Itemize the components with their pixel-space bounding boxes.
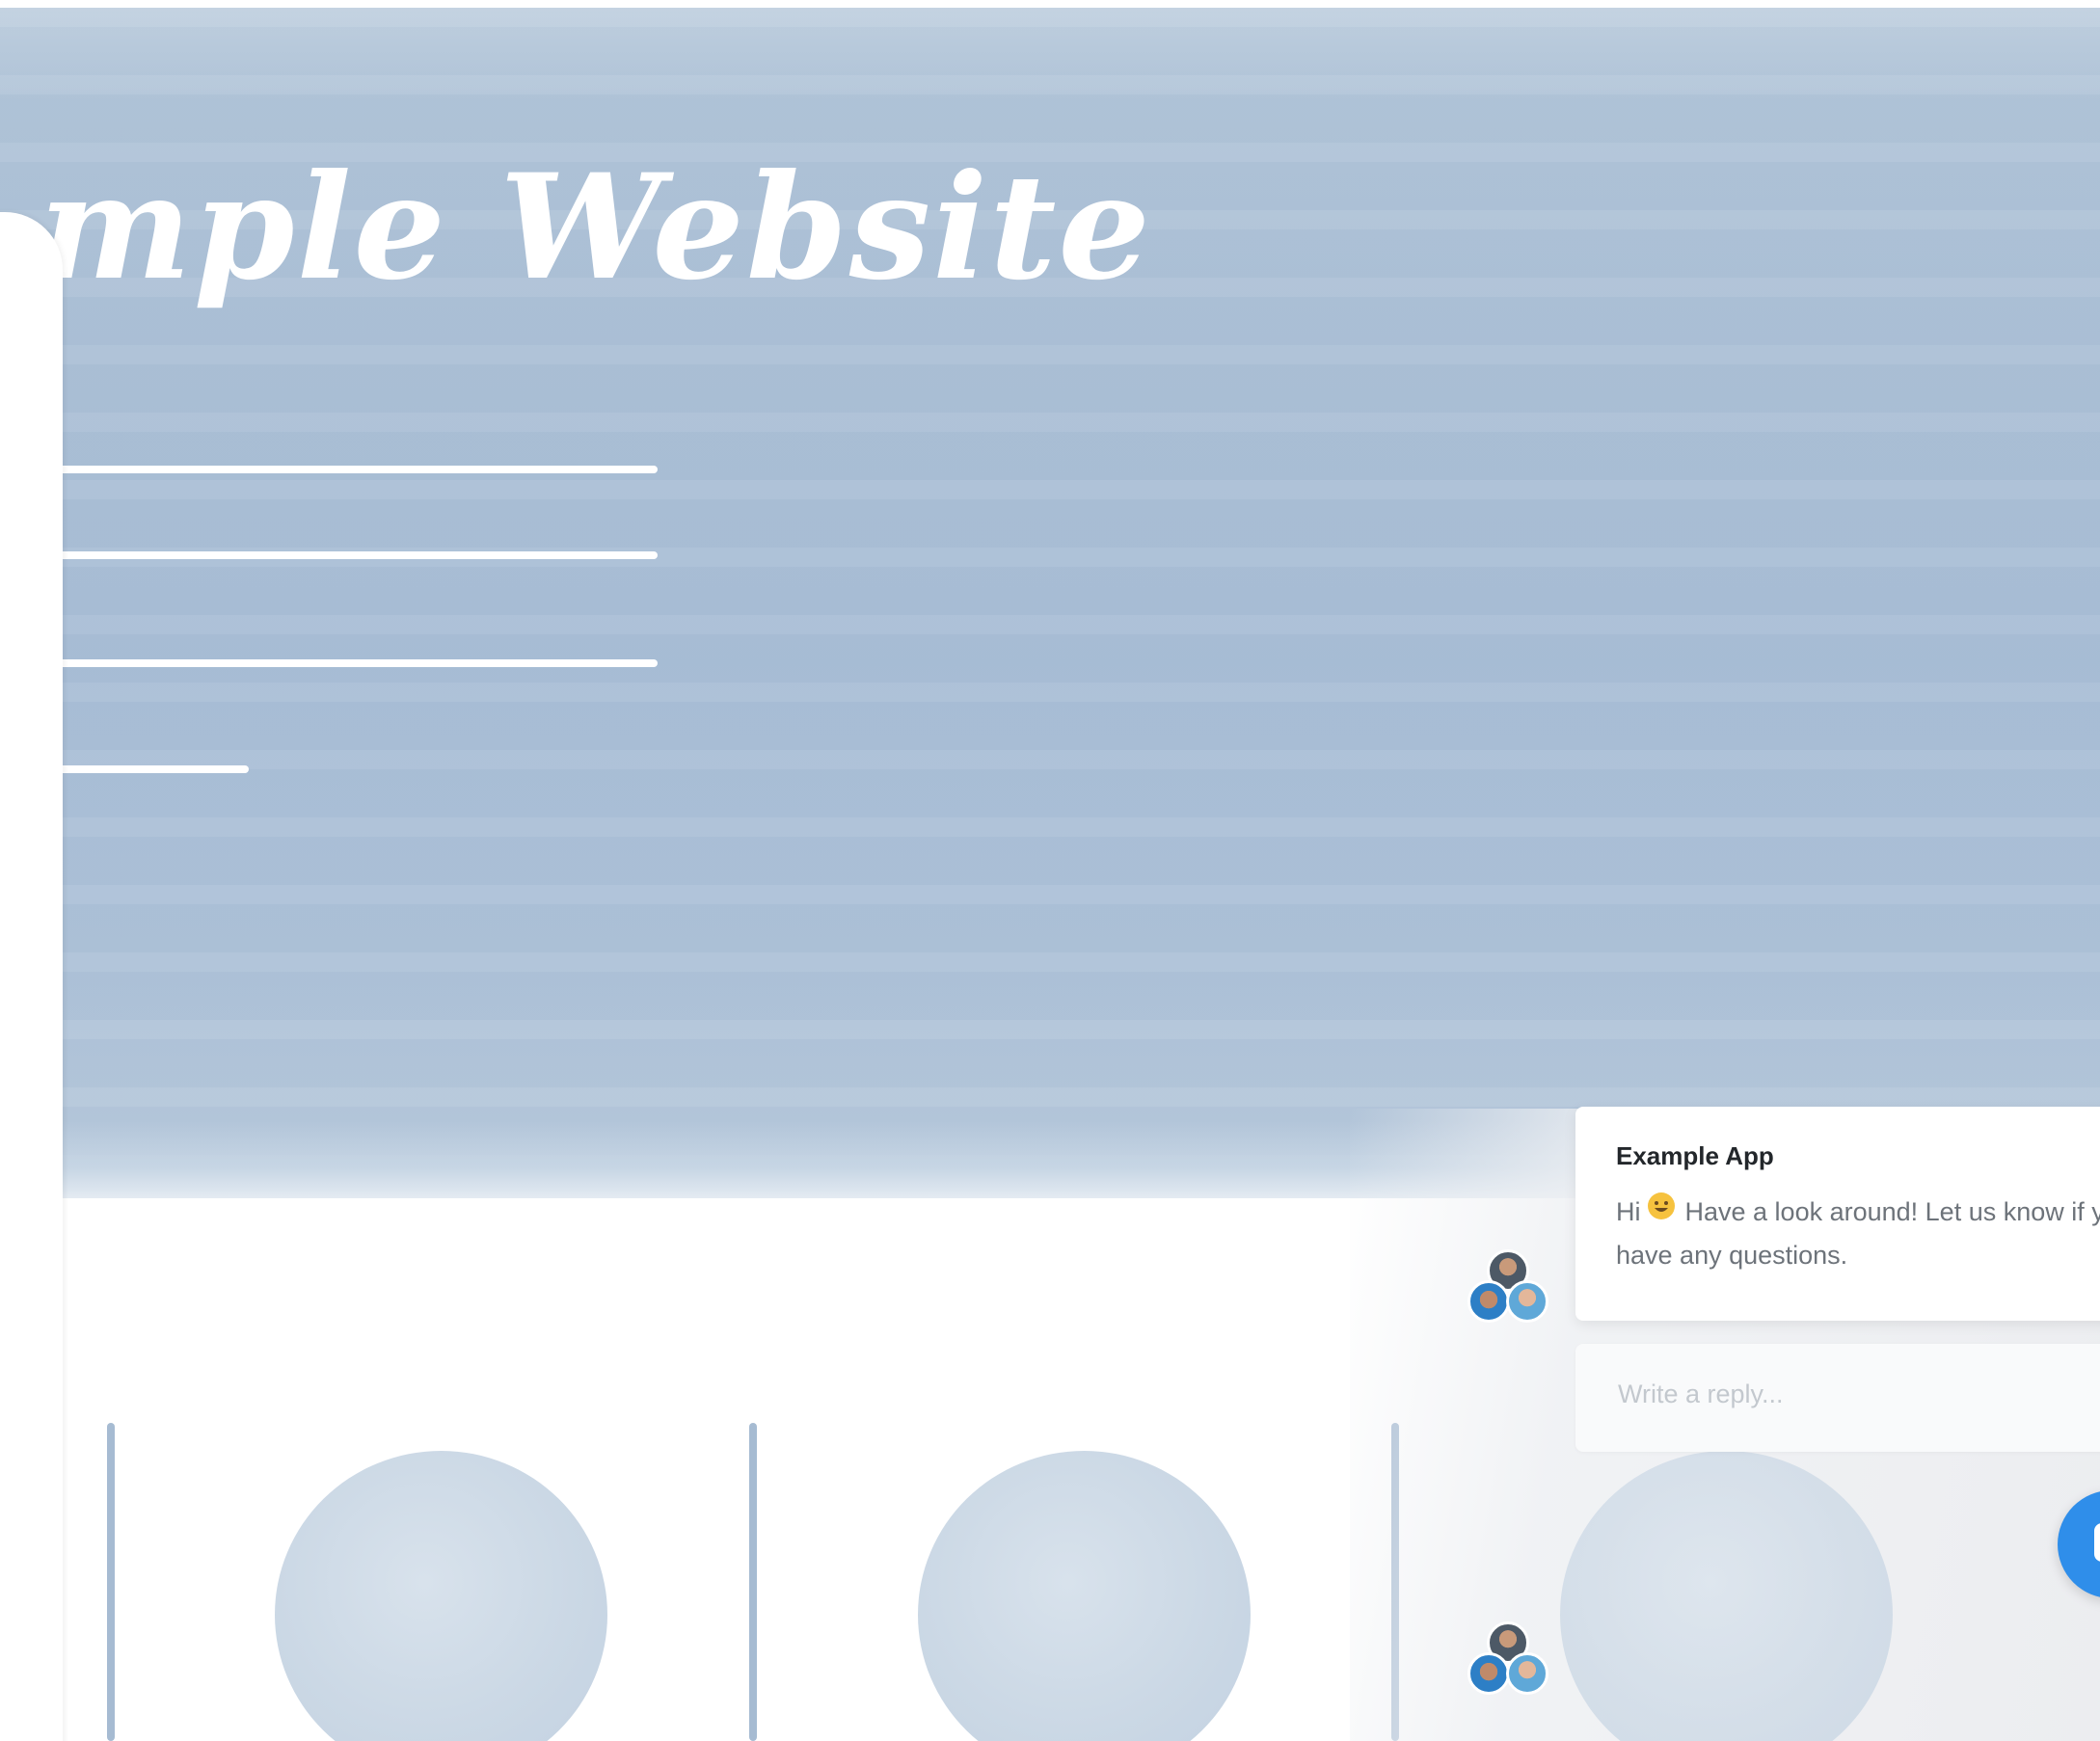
team-avatars-launcher bbox=[1467, 1621, 1554, 1708]
hero-line-4 bbox=[58, 765, 249, 773]
team-avatars-message bbox=[1467, 1249, 1554, 1336]
divider-bar-2 bbox=[749, 1423, 757, 1741]
divider-bar-1 bbox=[107, 1423, 115, 1741]
chat-greeting: Hi bbox=[1616, 1197, 1641, 1227]
hero-line-1 bbox=[58, 466, 658, 473]
hero-banner: mple Website bbox=[0, 8, 2100, 1198]
smiley-emoji-icon bbox=[1647, 1192, 1676, 1232]
chat-message-body: Have a look around! Let us know if you h… bbox=[1616, 1197, 2100, 1270]
hero-line-2 bbox=[58, 551, 658, 559]
hero-line-3 bbox=[58, 659, 658, 667]
left-panel bbox=[0, 212, 63, 1741]
avatar bbox=[1506, 1280, 1548, 1323]
chat-message-card[interactable]: Example App Hi Have a look around! Let us… bbox=[1575, 1107, 2100, 1321]
reply-input[interactable] bbox=[1616, 1379, 2100, 1410]
reply-box[interactable] bbox=[1575, 1344, 2100, 1452]
watercolor-circle-2 bbox=[918, 1451, 1251, 1741]
watercolor-circle-1 bbox=[275, 1451, 607, 1741]
page: mple Website Example App Hi Have a look a… bbox=[0, 0, 2100, 1741]
avatar bbox=[1506, 1652, 1548, 1695]
chat-message-text: Hi Have a look around! Let us know if you… bbox=[1616, 1192, 2100, 1275]
hero-title: mple Website bbox=[39, 143, 1152, 312]
chat-bubble-icon bbox=[2094, 1523, 2100, 1562]
chat-app-name: Example App bbox=[1616, 1141, 1774, 1170]
avatar bbox=[1467, 1652, 1510, 1695]
avatar bbox=[1467, 1280, 1510, 1323]
